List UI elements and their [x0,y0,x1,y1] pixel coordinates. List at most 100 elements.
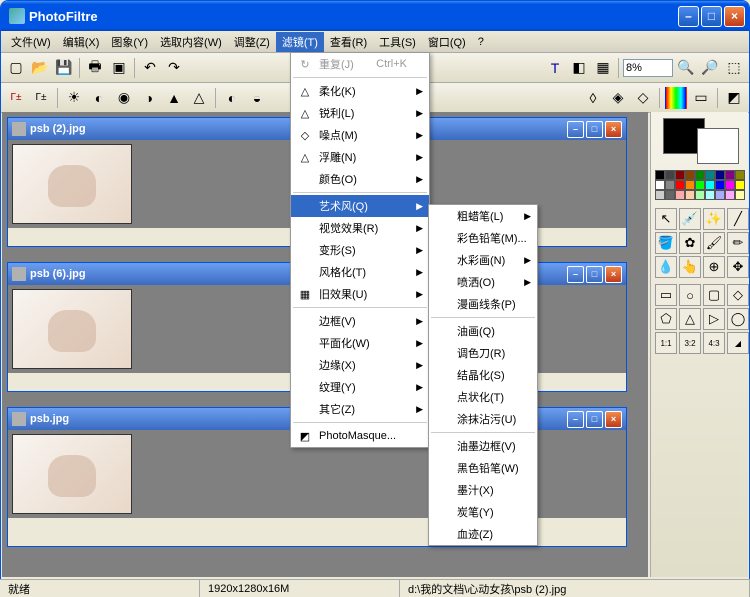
menu-item[interactable]: 选取内容(W) [154,32,228,52]
palette-color[interactable] [715,180,725,190]
palette-color[interactable] [695,180,705,190]
saturation-icon[interactable]: ◉ [113,87,135,109]
pipette-tool[interactable]: 💉 [679,208,701,230]
ratio-custom[interactable]: ◢ [727,332,749,354]
blur-icon[interactable]: ◊ [582,87,604,109]
palette-color[interactable] [665,170,675,180]
new-icon[interactable]: ▢ [5,57,27,79]
blur-tool[interactable]: 💧 [655,256,677,278]
menu-item[interactable]: ◩PhotoMasque... [291,425,429,447]
save-icon[interactable]: 💾 [53,57,75,79]
menu-item[interactable]: 艺术风(Q)▶ [291,195,429,217]
spray-tool[interactable]: ✿ [679,232,701,254]
smudge-tool[interactable]: 👆 [679,256,701,278]
palette-color[interactable] [665,180,675,190]
palette-color[interactable] [665,190,675,200]
zoom-out-icon[interactable]: 🔎 [699,57,721,79]
submenu-item[interactable]: 水彩画(N)▶ [429,249,537,271]
doc-minimize-button[interactable]: – [567,266,584,283]
sharpen-icon[interactable]: ◈ [607,87,629,109]
ratio-11[interactable]: 1:1 [655,332,677,354]
filter-menu-dropdown[interactable]: ↻重复(J)Ctrl+K△柔化(K)▶△锐利(L)▶◇噪点(M)▶△浮雕(N)▶… [290,52,430,448]
submenu-item[interactable]: 炭笔(Y) [429,501,537,523]
submenu-item[interactable]: 彩色铅笔(M)... [429,227,537,249]
gamma-plus-icon[interactable]: Γ± [30,87,52,109]
image-thumbnail[interactable] [12,289,132,369]
color-preview[interactable] [655,116,745,166]
image-thumbnail[interactable] [12,434,132,514]
menu-item[interactable]: △锐利(L)▶ [291,102,429,124]
palette-color[interactable] [725,190,735,200]
undo-icon[interactable]: ↶ [139,57,161,79]
submenu-item[interactable]: 点状化(T) [429,386,537,408]
window-maximize-button[interactable]: □ [701,6,722,27]
palette-color[interactable] [655,170,665,180]
menu-item[interactable]: 纹理(Y)▶ [291,376,429,398]
submenu-item[interactable]: 涂抹沾污(U) [429,408,537,430]
brush-tool[interactable]: 🖌 [703,232,725,254]
palette-color[interactable] [685,180,695,190]
menu-item[interactable]: 窗口(Q) [422,32,472,52]
gamma-icon[interactable]: ◑ [138,87,160,109]
sepia-icon[interactable]: ◒ [246,87,268,109]
grayscale-icon[interactable]: ◐ [221,87,243,109]
palette-color[interactable] [705,180,715,190]
color-picker-icon[interactable]: ▭ [690,87,712,109]
submenu-item[interactable]: 调色刀(R) [429,342,537,364]
line-tool[interactable]: ╱ [727,208,749,230]
gamma-minus-icon[interactable]: Γ± [5,87,27,109]
palette-color[interactable] [685,170,695,180]
menu-item[interactable]: 滤镜(T) [276,32,324,52]
clone-tool[interactable]: ⊕ [703,256,725,278]
doc-maximize-button[interactable]: □ [586,121,603,138]
roundrect-shape[interactable]: ▢ [703,284,725,306]
lasso-shape[interactable]: ◯ [727,308,749,330]
window-close-button[interactable]: × [724,6,745,27]
palette-color[interactable] [695,190,705,200]
menu-item[interactable]: 编辑(X) [57,32,106,52]
submenu-item[interactable]: 油画(Q) [429,320,537,342]
color-palette[interactable] [655,170,744,200]
canvas-icon[interactable]: ▦ [592,57,614,79]
ratio-43[interactable]: 4:3 [703,332,725,354]
palette-color[interactable] [675,170,685,180]
menu-item[interactable]: 其它(Z)▶ [291,398,429,420]
menu-item[interactable]: ▦旧效果(U)▶ [291,283,429,305]
zoom-input[interactable] [623,59,673,77]
doc-minimize-button[interactable]: – [567,121,584,138]
palette-color[interactable] [725,170,735,180]
menu-item[interactable]: 调整(Z) [228,32,276,52]
print-icon[interactable]: 🖶 [84,57,106,79]
levels-icon[interactable]: △ [188,87,210,109]
diamond-shape[interactable]: ◇ [727,284,749,306]
pointer-tool[interactable]: ↖ [655,208,677,230]
histogram-icon[interactable]: ▲ [163,87,185,109]
palette-color[interactable] [715,190,725,200]
wand-tool[interactable]: ✨ [703,208,725,230]
menu-item[interactable]: △柔化(K)▶ [291,80,429,102]
menu-item[interactable]: 颜色(O)▶ [291,168,429,190]
doc-close-button[interactable]: × [605,266,622,283]
palette-color[interactable] [655,180,665,190]
submenu-item[interactable]: 粗蜡笔(L)▶ [429,205,537,227]
palette-color[interactable] [675,180,685,190]
palette-color[interactable] [705,170,715,180]
text-icon[interactable]: T [544,57,566,79]
open-icon[interactable]: 📂 [29,57,51,79]
gradient-icon[interactable] [665,87,687,109]
submenu-item[interactable]: 黑色铅笔(W) [429,457,537,479]
mask-icon[interactable]: ◩ [723,87,745,109]
submenu-item[interactable]: 血迹(Z) [429,523,537,545]
ellipse-shape[interactable]: ○ [679,284,701,306]
submenu-item[interactable]: 结晶化(S) [429,364,537,386]
doc-maximize-button[interactable]: □ [586,411,603,428]
palette-color[interactable] [715,170,725,180]
ratio-32[interactable]: 3:2 [679,332,701,354]
contrast-icon[interactable]: ◐ [88,87,110,109]
palette-color[interactable] [685,190,695,200]
rect-shape[interactable]: ▭ [655,284,677,306]
poly-shape[interactable]: ⬠ [655,308,677,330]
palette-color[interactable] [735,170,745,180]
menu-item[interactable]: 变形(S)▶ [291,239,429,261]
palette-color[interactable] [735,190,745,200]
